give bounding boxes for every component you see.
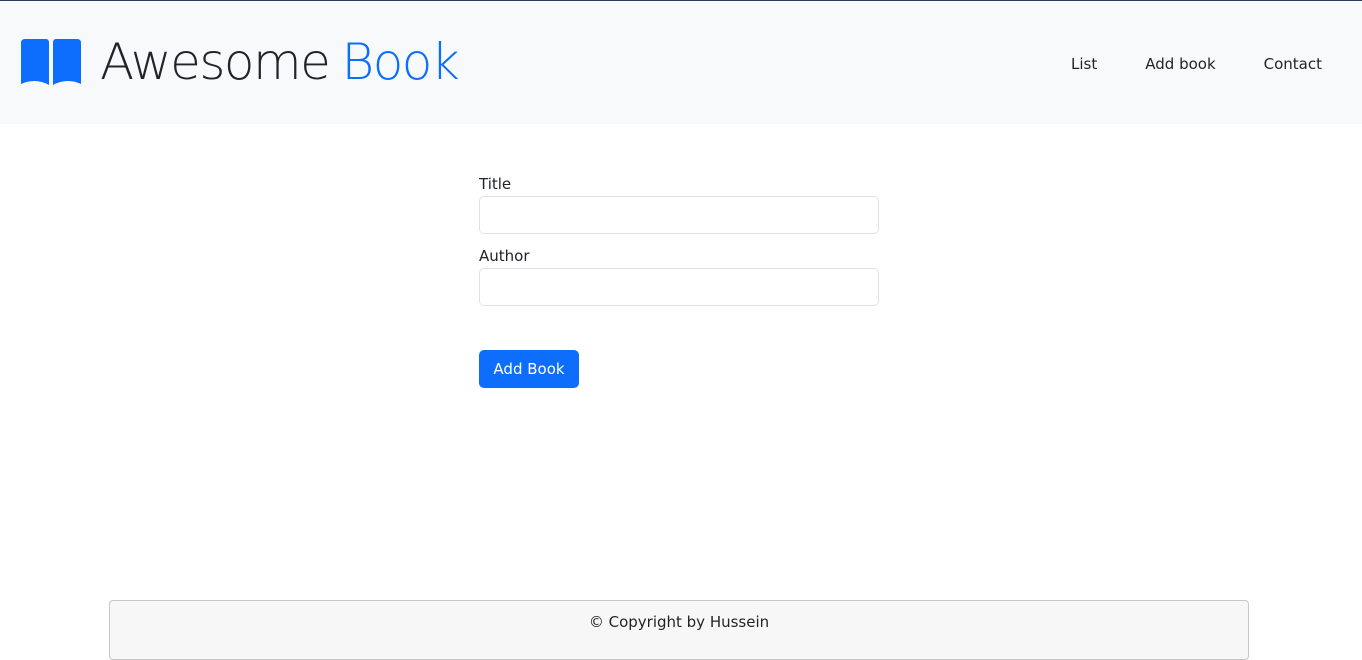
copyright-text: © Copyright by Hussein [588,613,770,631]
navbar: Awesome Book List Add book Contact [0,1,1362,124]
author-label: Author [479,247,530,265]
nav-link-contact[interactable]: Contact [1264,52,1322,76]
book-open-icon [21,39,81,85]
brand-title-main: Awesome [100,33,331,91]
brand-title: Awesome Book [100,31,460,93]
title-label: Title [479,175,512,193]
nav-link-add-book[interactable]: Add book [1145,52,1215,76]
author-input[interactable] [479,268,879,306]
brand-title-accent: Book [341,33,459,91]
nav-menu: List Add book Contact [1023,52,1322,76]
footer: © Copyright by Hussein [109,600,1249,660]
add-book-form: Title Author [479,172,879,316]
add-book-button[interactable]: Add Book [479,350,579,388]
brand[interactable]: Awesome Book [18,31,460,93]
title-input[interactable] [479,196,879,234]
nav-link-list[interactable]: List [1071,52,1097,76]
